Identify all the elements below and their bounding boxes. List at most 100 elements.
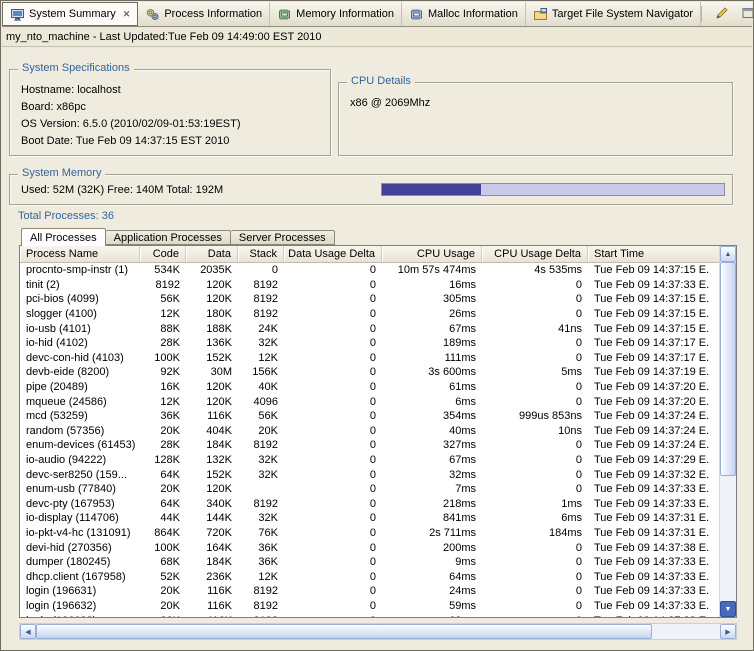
process-row[interactable]: devc-ser8250 (159...64K152K32K032ms0Tue … — [20, 467, 719, 482]
cell: 0 — [482, 292, 588, 307]
cell: Tue Feb 09 14:37:33 E. — [588, 599, 719, 614]
cell: 218ms — [382, 497, 482, 512]
tab-close-icon[interactable]: ✕ — [123, 9, 131, 20]
process-row[interactable]: dumper (180245)68K184K36K09ms0Tue Feb 09… — [20, 555, 719, 570]
horizontal-scroll-thumb[interactable] — [36, 624, 652, 639]
tab-process-information[interactable]: Process Information — [138, 2, 270, 26]
cell: 0 — [284, 394, 382, 409]
process-row[interactable]: slogger (4100)12K180K8192026ms0Tue Feb 0… — [20, 307, 719, 322]
cell: Tue Feb 09 14:37:31 E. — [588, 511, 719, 526]
tab-memory-information[interactable]: Memory Information — [270, 2, 402, 26]
cell: 52K — [140, 569, 186, 584]
process-row[interactable]: io-pkt-v4-hc (131091)864K720K76K02s 711m… — [20, 526, 719, 541]
process-row[interactable]: io-display (114706)44K144K32K0841ms6msTu… — [20, 511, 719, 526]
cell: 152K — [186, 351, 238, 366]
process-row[interactable]: dhcp.client (167958)52K236K12K064ms0Tue … — [20, 569, 719, 584]
process-tab-application-processes[interactable]: Application Processes — [106, 230, 231, 245]
hostname-value: Hostname: localhost — [21, 82, 330, 99]
scroll-up-icon[interactable]: ▲ — [720, 246, 736, 262]
cell: 8192 — [238, 613, 284, 617]
process-tab-label: Server Processes — [239, 232, 326, 244]
highlight-pen-icon[interactable] — [714, 5, 730, 24]
cell: 26ms — [382, 307, 482, 322]
cell: 0 — [482, 307, 588, 322]
cpu-details-group: CPU Details x86 @ 2069Mhz — [338, 82, 733, 156]
column-header-process-name[interactable]: Process Name — [20, 246, 140, 262]
cell: 20K — [140, 482, 186, 497]
cell: 120K — [186, 292, 238, 307]
process-row[interactable]: login (196633)20K116K8192062ms0Tue Feb 0… — [20, 613, 719, 617]
column-header-stack[interactable]: Stack — [238, 246, 284, 262]
board-value: Board: x86pc — [21, 99, 330, 116]
os-version-value: OS Version: 6.5.0 (2010/02/09-01:53:19ES… — [21, 116, 330, 133]
table-vertical-scrollbar[interactable]: ▲ ▼ — [719, 246, 736, 617]
cell: 12K — [140, 394, 186, 409]
column-header-code[interactable]: Code — [140, 246, 186, 262]
process-row[interactable]: login (196631)20K116K8192024ms0Tue Feb 0… — [20, 584, 719, 599]
vertical-scroll-thumb[interactable] — [720, 262, 736, 476]
system-specifications-group: System Specifications Hostname: localhos… — [9, 69, 331, 156]
column-header-cpu-usage[interactable]: CPU Usage — [382, 246, 482, 262]
column-header-cpu-usage-delta[interactable]: CPU Usage Delta — [482, 246, 588, 262]
process-row[interactable]: devc-con-hid (4103)100K152K12K0111ms0Tue… — [20, 351, 719, 366]
cell: 0 — [482, 555, 588, 570]
cell: devb-eide (8200) — [20, 365, 140, 380]
cell: io-audio (94222) — [20, 453, 140, 468]
scroll-right-icon[interactable]: ▶ — [720, 624, 736, 639]
process-row[interactable]: io-audio (94222)128K132K32K067ms0Tue Feb… — [20, 453, 719, 468]
cpu-value: x86 @ 2069Mhz — [350, 95, 732, 112]
cell: pipe (20489) — [20, 380, 140, 395]
cell: 61ms — [382, 380, 482, 395]
cell: Tue Feb 09 14:37:33 E. — [588, 569, 719, 584]
process-row[interactable]: enum-usb (77840)20K120K07ms0Tue Feb 09 1… — [20, 482, 719, 497]
view-tabbar: System Summary✕Process InformationMemory… — [2, 2, 752, 27]
cell: 32K — [238, 453, 284, 468]
scroll-left-icon[interactable]: ◀ — [20, 624, 36, 639]
process-row[interactable]: devc-pty (167953)64K340K81920218ms1msTue… — [20, 497, 719, 512]
process-row[interactable]: procnto-smp-instr (1)534K2035K0010m 57s … — [20, 263, 719, 278]
cell: 8192 — [140, 278, 186, 293]
cell: 16ms — [382, 278, 482, 293]
tab-target-file-system-navigator[interactable]: Target File System Navigator — [526, 2, 701, 26]
process-row[interactable]: enum-devices (61453)28K184K81920327ms0Tu… — [20, 438, 719, 453]
process-row[interactable]: login (196632)20K116K8192059ms0Tue Feb 0… — [20, 599, 719, 614]
process-row[interactable]: devi-hid (270356)100K164K36K0200ms0Tue F… — [20, 540, 719, 555]
tab-malloc-information[interactable]: Malloc Information — [402, 2, 526, 26]
cell: Tue Feb 09 14:37:38 E. — [588, 540, 719, 555]
process-tab-server-processes[interactable]: Server Processes — [231, 230, 335, 245]
table-horizontal-scrollbar[interactable]: ◀ ▶ — [19, 623, 737, 640]
cell: 0 — [284, 438, 382, 453]
process-row[interactable]: tinit (2)8192120K8192016ms0Tue Feb 09 14… — [20, 278, 719, 293]
scroll-down-icon[interactable]: ▼ — [720, 601, 736, 617]
tab-system-summary[interactable]: System Summary✕ — [2, 2, 138, 26]
cell: 0 — [284, 555, 382, 570]
cell: login (196632) — [20, 599, 140, 614]
process-row[interactable]: io-hid (4102)28K136K32K0189ms0Tue Feb 09… — [20, 336, 719, 351]
cell: 0 — [284, 307, 382, 322]
cell: 164K — [186, 540, 238, 555]
cell: 20K — [238, 424, 284, 439]
cell: enum-devices (61453) — [20, 438, 140, 453]
process-row[interactable]: pipe (20489)16K120K40K061ms0Tue Feb 09 1… — [20, 380, 719, 395]
horizontal-scroll-track[interactable] — [36, 624, 720, 639]
process-row[interactable]: pci-bios (4099)56K120K81920305ms0Tue Feb… — [20, 292, 719, 307]
column-header-start-time[interactable]: Start Time — [588, 246, 719, 262]
vertical-scroll-track[interactable] — [720, 262, 736, 601]
minimize-view-icon[interactable] — [742, 7, 754, 22]
process-row[interactable]: random (57356)20K404K20K040ms10nsTue Feb… — [20, 424, 719, 439]
cell: Tue Feb 09 14:37:29 E. — [588, 453, 719, 468]
cell: 340K — [186, 497, 238, 512]
cell: 24K — [238, 321, 284, 336]
process-row[interactable]: io-usb (4101)88K188K24K067ms41nsTue Feb … — [20, 321, 719, 336]
process-row[interactable]: mqueue (24586)12K120K409606ms0Tue Feb 09… — [20, 394, 719, 409]
cell: 20K — [140, 599, 186, 614]
process-tab-all-processes[interactable]: All Processes — [21, 228, 106, 246]
cell: 68K — [140, 555, 186, 570]
cell: mcd (53259) — [20, 409, 140, 424]
process-row[interactable]: devb-eide (8200)92K30M156K03s 600ms5msTu… — [20, 365, 719, 380]
cell: 8192 — [238, 292, 284, 307]
cell: 327ms — [382, 438, 482, 453]
column-header-data[interactable]: Data — [186, 246, 238, 262]
column-header-data-usage-delta[interactable]: Data Usage Delta — [284, 246, 382, 262]
process-row[interactable]: mcd (53259)36K116K56K0354ms999us 853nsTu… — [20, 409, 719, 424]
